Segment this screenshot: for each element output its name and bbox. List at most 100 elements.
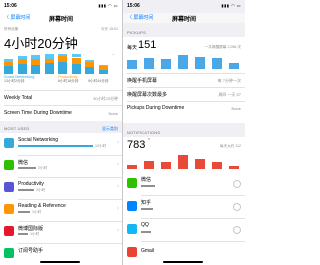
pickups-value: 151: [138, 39, 157, 51]
date-label: 今天 15:01: [100, 27, 118, 31]
usage-bar-segment: [44, 63, 54, 74]
chart-bar: [212, 58, 222, 69]
nav-bar: 〈 屏幕时间 屏幕时间: [0, 13, 122, 23]
most-wake-value: 周四 一天 57: [218, 92, 241, 97]
subscription-assistant-icon: [4, 248, 14, 258]
qq-icon: [127, 224, 137, 234]
status-icons: ▮▮▮ ◠ ▭: [221, 3, 241, 8]
usage-bar-segment: [44, 58, 54, 63]
social-networking-icon: [4, 138, 14, 148]
gmail-icon: [127, 247, 137, 257]
notifications-value: 783: [127, 139, 146, 151]
usage-bar: [18, 233, 28, 235]
usage-bar: [141, 185, 155, 187]
usage-bar-segment: [85, 59, 95, 62]
app-time: 12小时: [95, 144, 107, 148]
app-name: Reading & Reference: [18, 203, 66, 209]
chart-bar: [178, 155, 188, 169]
chart-bar: [144, 160, 154, 169]
app-time: 1小时: [30, 232, 40, 236]
weibo-icon: [4, 226, 14, 236]
chart-bar: [144, 57, 154, 69]
app-time: 1小时: [32, 210, 42, 214]
app-name: 微信: [141, 177, 152, 183]
device-label: 所有设备: [4, 27, 19, 31]
screen-time-left-pane: 15:06 ▮▮▮ ◠ ▭ 〈 屏幕时间 屏幕时间 所有设备 今天 15:01 …: [0, 0, 122, 265]
usage-bar-segment: [99, 65, 108, 67]
usage-bar-segment: [58, 61, 68, 74]
status-icons: ▮▮▮ ◠ ▭: [98, 3, 118, 8]
chart-bar: [161, 162, 171, 169]
app-name: 知乎: [141, 200, 152, 206]
usage-bar-segment: [85, 61, 95, 68]
show-categories-toggle[interactable]: 显示类别: [102, 126, 118, 132]
usage-bar: [18, 211, 30, 213]
chart-bar: [127, 60, 137, 69]
list-item[interactable]: 微信: [123, 173, 245, 195]
notifications-card: 783 * 每天大约 112 微信 知乎 QQ Gmail: [123, 137, 245, 265]
legend-productivity: Productivity 8小时18分钟: [58, 75, 79, 83]
chart-bar: [229, 63, 239, 69]
usage-bar-segment: [71, 54, 81, 58]
weekly-total-label: Weekly Total: [4, 95, 33, 101]
pickups-downtime-label: Pickups During Downtime: [127, 105, 185, 111]
chart-bar: [229, 166, 239, 169]
toggle-circle[interactable]: [233, 180, 241, 188]
app-name: Productivity: [18, 181, 44, 187]
usage-bar-segment: [31, 58, 41, 66]
notifications-header: NOTIFICATIONS: [127, 130, 161, 135]
toggle-circle[interactable]: [233, 226, 241, 234]
list-item[interactable]: 微博国际版 1小时 ›: [0, 222, 122, 243]
status-time: 15:06: [4, 3, 17, 9]
usage-bar-segment: [44, 54, 54, 59]
usage-bar-segment: [58, 54, 68, 57]
usage-bar: [18, 167, 36, 169]
usage-bar-segment: [99, 69, 108, 74]
list-item[interactable]: QQ: [123, 219, 245, 241]
chart-bar: [161, 58, 171, 69]
chart-bar: [178, 55, 188, 69]
pickups-prefix: 每天: [127, 45, 138, 51]
app-time: 2小时: [38, 166, 48, 170]
legend-social: Social Networking 13小时2分钟: [4, 75, 35, 83]
list-item[interactable]: Reading & Reference 1小时 ›: [0, 200, 122, 221]
most-used-header: MOST USED: [4, 126, 30, 131]
legend-other: 9小时44分钟: [88, 79, 109, 83]
chart-bar: [127, 164, 137, 169]
status-time: 15:06: [127, 3, 140, 9]
app-time: 2小时: [36, 188, 46, 192]
usage-bar-segment: [17, 58, 27, 65]
pickups-total: 一共唤醒屏幕 1,056 次: [204, 45, 241, 49]
pickups-header: PICKUPS: [127, 30, 146, 35]
list-item[interactable]: Social Networking 12小时 ›: [0, 134, 122, 155]
most-wake-label: 唤醒屏幕次数最多: [127, 92, 168, 98]
usage-bar-segment: [71, 64, 81, 74]
notifications-marker: *: [148, 138, 150, 144]
usage-bar-segment: [4, 58, 13, 62]
usage-bar-segment: [4, 66, 13, 74]
app-name: 微博国际版: [18, 226, 44, 232]
toggle-circle[interactable]: [233, 203, 241, 211]
usage-bar: [18, 145, 93, 147]
productivity-icon: [4, 182, 14, 192]
app-name: Gmail: [141, 248, 155, 254]
chevron-right-icon: ›: [117, 162, 119, 168]
usage-bar-segment: [31, 65, 41, 74]
pickups-card: 每天 151 一共唤醒屏幕 1,056 次 唤醒手机屏幕 每 7分钟一次 唤醒屏…: [123, 37, 245, 123]
wechat-icon: [127, 178, 137, 188]
chevron-right-icon: ›: [117, 206, 119, 212]
app-name: QQ: [141, 222, 149, 228]
chart-bar: [212, 161, 222, 169]
usage-bar-segment: [99, 66, 108, 70]
usage-bar: [141, 231, 151, 233]
chevron-right-icon: ›: [117, 140, 119, 146]
app-name: 订阅号助手: [18, 248, 44, 254]
list-item[interactable]: 知乎: [123, 196, 245, 218]
weekly-total-value: 30小时20分钟: [93, 96, 118, 101]
nav-title: 屏幕时间: [171, 17, 196, 23]
list-item[interactable]: 微信 2小时 ›: [0, 156, 122, 177]
usage-chart: [4, 52, 108, 74]
list-item[interactable]: Productivity 2小时 ›: [0, 178, 122, 199]
usage-bar-segment: [17, 64, 27, 74]
nav-bar: 〈 屏幕时间 屏幕时间: [123, 13, 245, 23]
